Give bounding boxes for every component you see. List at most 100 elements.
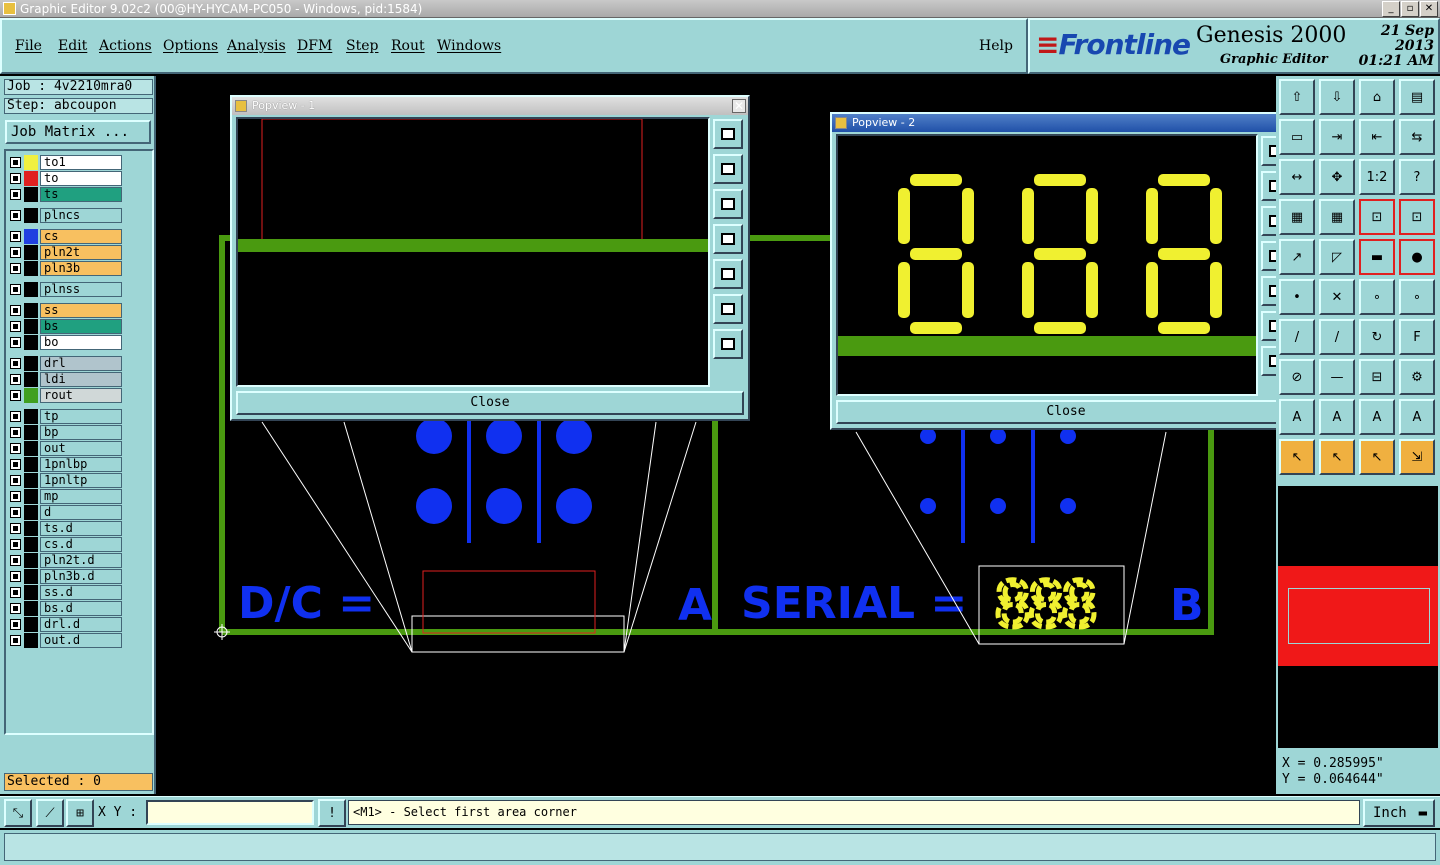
graphic-canvas[interactable]: D/C = A SERIAL = B 888 Popview - 1 ✕ Clo… bbox=[156, 76, 1276, 794]
tool-button-25-icon[interactable]: / bbox=[1279, 319, 1315, 355]
popview-1-close-button[interactable]: Close bbox=[236, 391, 744, 415]
layer-name[interactable]: mp bbox=[40, 489, 122, 504]
layer-row[interactable]: ts bbox=[10, 187, 122, 202]
tool-button-37-icon[interactable]: ↖ bbox=[1279, 439, 1315, 475]
layer-checkbox[interactable] bbox=[10, 619, 21, 630]
alert-icon[interactable]: ! bbox=[318, 799, 346, 827]
layer-row[interactable]: bp bbox=[10, 425, 122, 440]
layer-row[interactable]: tp bbox=[10, 409, 122, 424]
layer-row[interactable]: out.d bbox=[10, 633, 122, 648]
layer-checkbox[interactable] bbox=[10, 284, 21, 295]
tool-button-18-icon[interactable]: ◸ bbox=[1319, 239, 1355, 275]
tool-button-9-icon[interactable]: ↔ bbox=[1279, 159, 1315, 195]
layer-checkbox[interactable] bbox=[10, 247, 21, 258]
layer-name[interactable]: drl bbox=[40, 356, 122, 371]
tool-button-16-icon[interactable]: ⊡ bbox=[1399, 199, 1435, 235]
layer-checkbox[interactable] bbox=[10, 635, 21, 646]
tool-button-36-icon[interactable]: A bbox=[1399, 399, 1435, 435]
layer-name[interactable]: 1pnlbp bbox=[40, 457, 122, 472]
layer-name[interactable]: d bbox=[40, 505, 122, 520]
layer-checkbox[interactable] bbox=[10, 231, 21, 242]
layer-checkbox[interactable] bbox=[10, 337, 21, 348]
units-select[interactable]: Inch ▬ bbox=[1363, 799, 1435, 827]
layer-row[interactable]: plncs bbox=[10, 208, 122, 223]
popview-2-view[interactable] bbox=[836, 134, 1258, 396]
tool-button-1-icon[interactable]: ⇧ bbox=[1279, 79, 1315, 115]
tool-button-8-icon[interactable]: ⇆ bbox=[1399, 119, 1435, 155]
layer-checkbox[interactable] bbox=[10, 475, 21, 486]
layer-name[interactable]: ts bbox=[40, 187, 122, 202]
layer-row[interactable]: pln3b bbox=[10, 261, 122, 276]
layer-checkbox[interactable] bbox=[10, 411, 21, 422]
menu-edit[interactable]: Edit bbox=[58, 38, 87, 54]
layer-checkbox[interactable] bbox=[10, 305, 21, 316]
layer-name[interactable]: pln3b.d bbox=[40, 569, 122, 584]
zoom-out-button[interactable] bbox=[713, 329, 743, 359]
zoom-in-button[interactable] bbox=[1261, 311, 1276, 341]
layer-checkbox[interactable] bbox=[10, 321, 21, 332]
layer-checkbox[interactable] bbox=[10, 173, 21, 184]
zoom-out-button[interactable] bbox=[1261, 346, 1276, 376]
zoom-fit-button[interactable] bbox=[713, 119, 743, 149]
layer-name[interactable]: cs bbox=[40, 229, 122, 244]
layer-row[interactable]: drl bbox=[10, 356, 122, 371]
layer-row[interactable]: bo bbox=[10, 335, 122, 350]
layer-name[interactable]: out bbox=[40, 441, 122, 456]
layer-name[interactable]: bp bbox=[40, 425, 122, 440]
layer-row[interactable]: ss.d bbox=[10, 585, 122, 600]
layer-name[interactable]: ts.d bbox=[40, 521, 122, 536]
layer-name[interactable]: plncs bbox=[40, 208, 122, 223]
menu-options[interactable]: Options bbox=[163, 38, 218, 54]
layer-row[interactable]: to1 bbox=[10, 155, 122, 170]
close-window-button[interactable]: ✕ bbox=[1420, 1, 1438, 17]
layer-row[interactable]: pln3b.d bbox=[10, 569, 122, 584]
layer-row[interactable]: bs.d bbox=[10, 601, 122, 616]
layer-checkbox[interactable] bbox=[10, 603, 21, 614]
layer-name[interactable]: bs bbox=[40, 319, 122, 334]
tool-button-26-icon[interactable]: / bbox=[1319, 319, 1355, 355]
layer-checkbox[interactable] bbox=[10, 587, 21, 598]
layer-name[interactable]: out.d bbox=[40, 633, 122, 648]
layer-checkbox[interactable] bbox=[10, 390, 21, 401]
tool-button-6-icon[interactable]: ⇥ bbox=[1319, 119, 1355, 155]
layer-checkbox[interactable] bbox=[10, 507, 21, 518]
layer-checkbox[interactable] bbox=[10, 555, 21, 566]
zoom-in-button[interactable] bbox=[713, 294, 743, 324]
layer-row[interactable]: mp bbox=[10, 489, 122, 504]
tool-button-20-icon[interactable]: ● bbox=[1399, 239, 1435, 275]
tool-button-5-icon[interactable]: ▭ bbox=[1279, 119, 1315, 155]
layer-name[interactable]: rout bbox=[40, 388, 122, 403]
layer-checkbox[interactable] bbox=[10, 571, 21, 582]
pan-left-button[interactable] bbox=[713, 224, 743, 254]
menu-actions[interactable]: Actions bbox=[99, 38, 152, 54]
layer-row[interactable]: pln2t bbox=[10, 245, 122, 260]
menu-analysis[interactable]: Analysis bbox=[227, 38, 286, 54]
pan-right-button[interactable] bbox=[1261, 276, 1276, 306]
tool-button-40-icon[interactable]: ⇲ bbox=[1399, 439, 1435, 475]
layer-row[interactable]: drl.d bbox=[10, 617, 122, 632]
tool-button-14-icon[interactable]: ▦ bbox=[1319, 199, 1355, 235]
tool-button-3-icon[interactable]: ⌂ bbox=[1359, 79, 1395, 115]
layer-name[interactable]: pln2t bbox=[40, 245, 122, 260]
layer-name[interactable]: pln2t.d bbox=[40, 553, 122, 568]
menu-rout[interactable]: Rout bbox=[391, 38, 425, 54]
layer-row[interactable]: cs bbox=[10, 229, 122, 244]
menu-file[interactable]: File bbox=[15, 38, 42, 54]
menu-step[interactable]: Step bbox=[346, 38, 378, 54]
tool-button-29-icon[interactable]: ⊘ bbox=[1279, 359, 1315, 395]
tool-button-31-icon[interactable]: ⊟ bbox=[1359, 359, 1395, 395]
layer-row[interactable]: ldi bbox=[10, 372, 122, 387]
tool-button-17-icon[interactable]: ↗ bbox=[1279, 239, 1315, 275]
layer-checkbox[interactable] bbox=[10, 263, 21, 274]
layer-name[interactable]: bs.d bbox=[40, 601, 122, 616]
maximize-button[interactable]: ▫ bbox=[1401, 1, 1419, 17]
layer-checkbox[interactable] bbox=[10, 539, 21, 550]
popview-1-close-icon[interactable]: ✕ bbox=[732, 99, 746, 113]
layer-checkbox[interactable] bbox=[10, 358, 21, 369]
tool-button-21-icon[interactable]: • bbox=[1279, 279, 1315, 315]
tool-button-39-icon[interactable]: ↖ bbox=[1359, 439, 1395, 475]
tool-button-35-icon[interactable]: A bbox=[1359, 399, 1395, 435]
tool-button-27-icon[interactable]: ↻ bbox=[1359, 319, 1395, 355]
layer-row[interactable]: plnss bbox=[10, 282, 122, 297]
layer-name[interactable]: plnss bbox=[40, 282, 122, 297]
